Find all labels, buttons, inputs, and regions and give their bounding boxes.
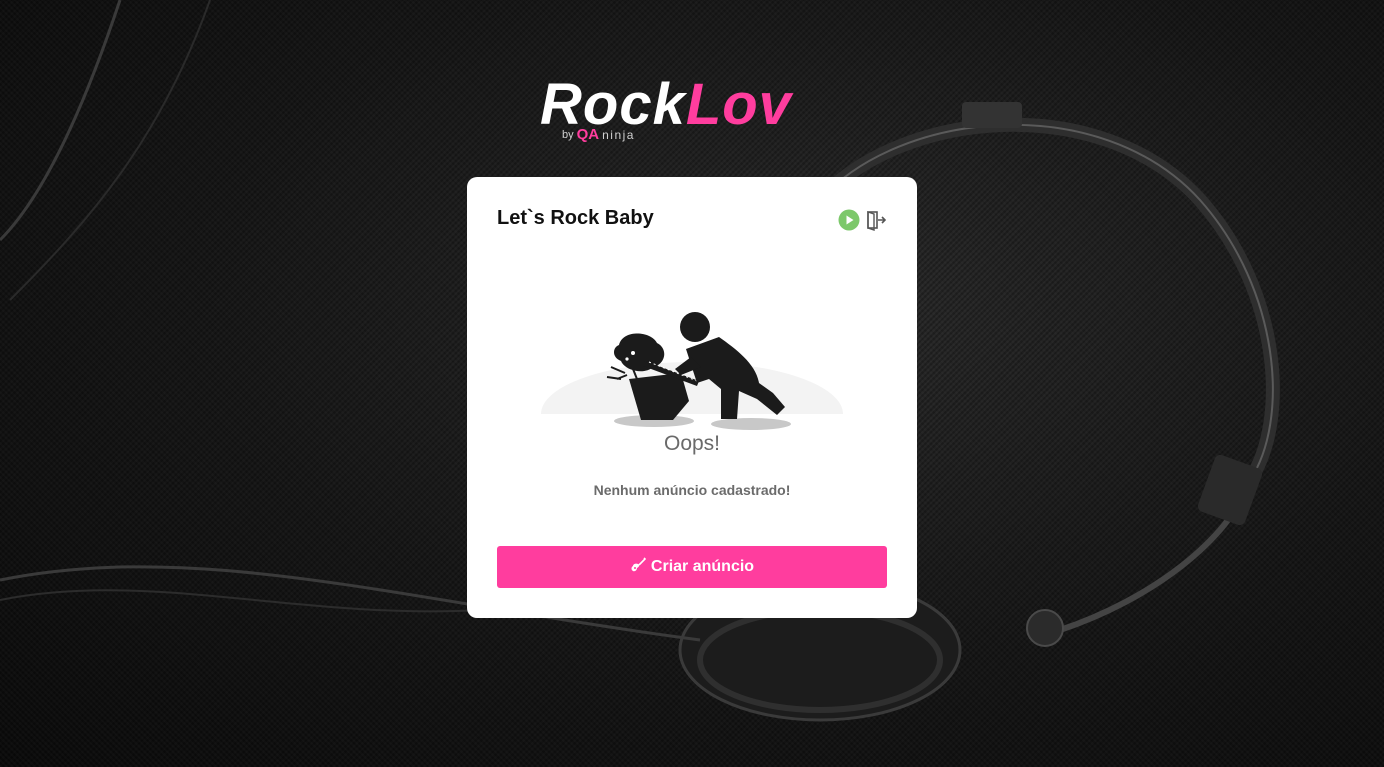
create-listing-button[interactable]: Criar anúncio bbox=[497, 546, 887, 588]
logo-by-text: by bbox=[562, 128, 574, 141]
logo-lov-text: Lov bbox=[685, 72, 792, 137]
guitar-smash-illustration bbox=[541, 312, 843, 433]
dashboard-card: Let`s Rock Baby Oops! Nenhum anúncio cad… bbox=[467, 177, 917, 618]
guitar-icon bbox=[630, 556, 647, 578]
rocklov-logo: RockLov by QA ninja bbox=[540, 74, 850, 150]
play-circle-icon[interactable] bbox=[837, 208, 860, 231]
logo-qa-text: QA bbox=[576, 126, 600, 143]
card-title: Let`s Rock Baby bbox=[497, 207, 654, 229]
empty-state-title: Oops! bbox=[663, 432, 721, 455]
create-listing-label: Criar anúncio bbox=[650, 558, 755, 575]
card-actions bbox=[837, 208, 887, 231]
logo-byline: by QA ninja bbox=[562, 126, 635, 143]
empty-state-message: Nenhum anúncio cadastrado! bbox=[593, 482, 791, 498]
logo-ninja-text: ninja bbox=[602, 127, 635, 142]
logout-door-icon[interactable] bbox=[864, 208, 887, 231]
